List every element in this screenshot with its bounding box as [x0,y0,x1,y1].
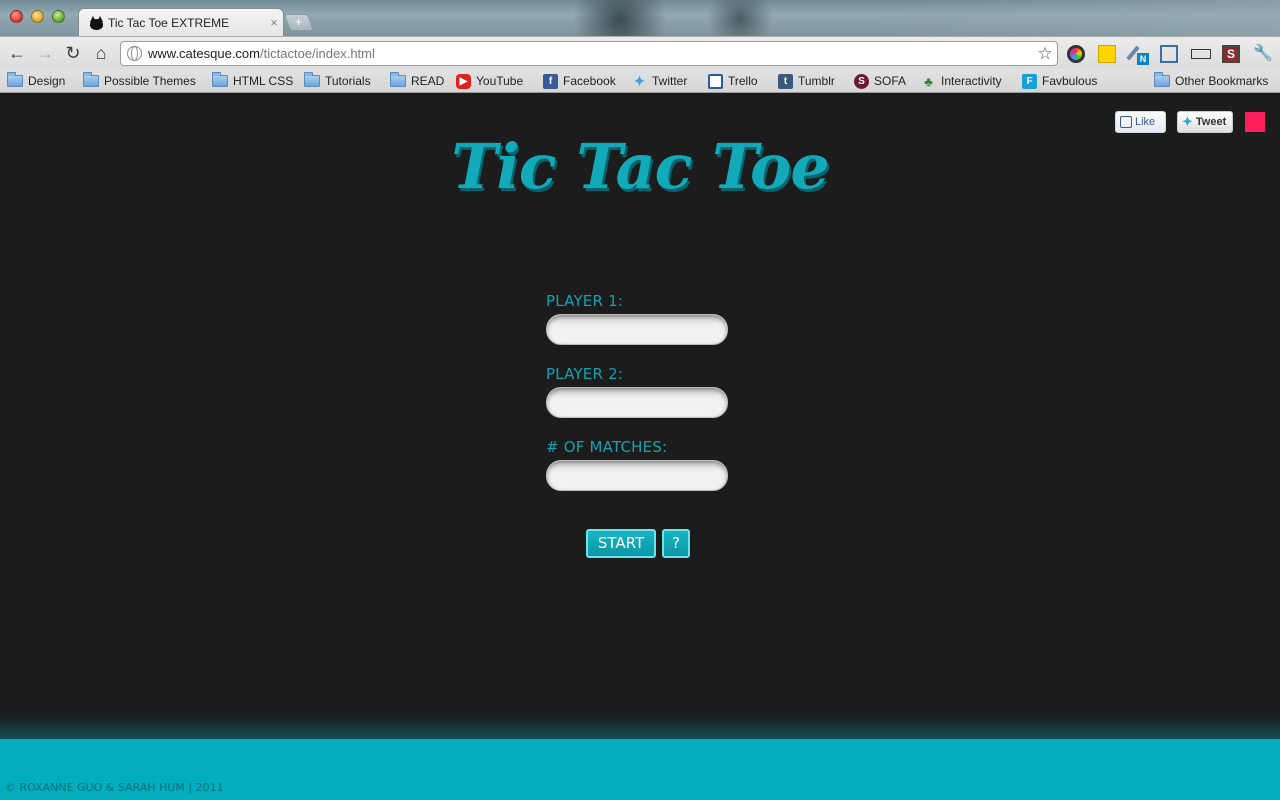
close-window-button[interactable] [10,10,23,23]
thumbs-up-icon [1120,116,1132,128]
bookmark-star-icon[interactable]: ☆ [1033,44,1057,64]
bookmark-twitter[interactable]: ✦ Twitter [632,72,688,89]
player2-label: PLAYER 2: [546,365,624,383]
help-button[interactable]: ? [662,529,690,558]
back-button[interactable]: ← [6,42,28,64]
url-text[interactable]: www.catesque.com/tictactoe/index.html [148,46,1033,61]
twitter-bird-icon: ✦ [1182,114,1193,129]
folder-icon [390,72,406,87]
other-bookmarks[interactable]: Other Bookmarks [1154,72,1268,89]
background-decoration [560,0,680,36]
home-button[interactable]: ⌂ [90,42,112,64]
pink-square-badge[interactable] [1245,112,1265,132]
game-title: Tic Tac Toe [451,130,830,203]
footer-glow [0,715,1280,740]
forward-button[interactable]: → [34,42,56,64]
start-button[interactable]: START [586,529,656,558]
folder-icon [83,72,99,87]
page-content: Like ✦ Tweet Tic Tac Toe PLAYER 1: PLAYER… [0,94,1280,739]
pen-n-icon[interactable]: N [1126,45,1149,65]
tumblr-icon: t [778,73,793,89]
player1-input[interactable] [546,314,728,345]
wrench-icon[interactable]: 🔧 [1253,45,1273,63]
player2-input[interactable] [546,387,728,418]
bookmark-possible-themes[interactable]: Possible Themes [83,72,196,89]
bookmark-html-css[interactable]: HTML CSS [212,72,293,89]
plant-icon: ♣ [924,73,933,89]
bookmark-tutorials[interactable]: Tutorials [304,72,371,89]
ruler-icon[interactable] [1191,49,1211,59]
screenshot-icon[interactable] [1160,45,1178,63]
twitter-icon: ✦ [633,72,646,89]
bookmark-design[interactable]: Design [7,72,65,89]
bookmark-tumblr[interactable]: t Tumblr [778,73,835,89]
bookmark-favbulous[interactable]: F Favbulous [1022,73,1097,89]
bookmark-sofa[interactable]: S SOFA [854,73,906,89]
background-decoration [880,0,1280,36]
globe-icon [127,46,142,61]
minimize-window-button[interactable] [31,10,44,23]
bookmark-trello[interactable]: Trello [708,73,758,89]
color-wheel-icon[interactable] [1067,45,1085,63]
facebook-icon: f [543,73,558,89]
cat-favicon-icon [89,15,104,30]
sofa-icon: S [854,73,869,89]
tab-title: Tic Tac Toe EXTREME [108,15,230,30]
bookmark-read[interactable]: READ [390,72,444,89]
address-bar[interactable]: www.catesque.com/tictactoe/index.html ☆ [120,41,1058,66]
matches-input[interactable] [546,460,728,491]
bookmark-interactivity[interactable]: ♣ Interactivity [921,73,1001,89]
player-setup-form: PLAYER 1: PLAYER 2: # OF MATCHES: [546,292,746,511]
new-tab-button[interactable]: + [283,14,315,31]
zoom-window-button[interactable] [52,10,65,23]
folder-icon [212,72,228,87]
folder-icon [1154,72,1170,87]
folder-icon [304,72,320,87]
folder-icon [7,72,23,87]
bookmark-facebook[interactable]: f Facebook [543,73,616,89]
reload-button[interactable]: ↻ [62,42,84,64]
copyright-text: © ROXANNE GUO & SARAH HUM | 2011 [5,781,224,794]
s-logo-icon[interactable]: S [1222,45,1240,63]
window-titlebar: Tic Tac Toe EXTREME × + [0,0,1280,36]
favbulous-icon: F [1022,73,1037,89]
browser-toolbar: ← → ↻ ⌂ www.catesque.com/tictactoe/index… [0,36,1280,69]
tab-close-icon[interactable]: × [265,15,283,30]
bookmarks-bar: Design Possible Themes HTML CSS Tutorial… [0,69,1280,93]
trello-icon [708,73,723,89]
sticky-note-icon[interactable] [1098,45,1116,63]
page-footer: © ROXANNE GUO & SARAH HUM | 2011 [0,739,1280,800]
bookmark-youtube[interactable]: ▶ YouTube [456,73,523,89]
youtube-icon: ▶ [456,73,471,89]
browser-tab[interactable]: Tic Tac Toe EXTREME × [78,8,284,36]
player1-label: PLAYER 1: [546,292,624,310]
background-decoration [700,0,780,36]
matches-label: # OF MATCHES: [546,438,668,456]
